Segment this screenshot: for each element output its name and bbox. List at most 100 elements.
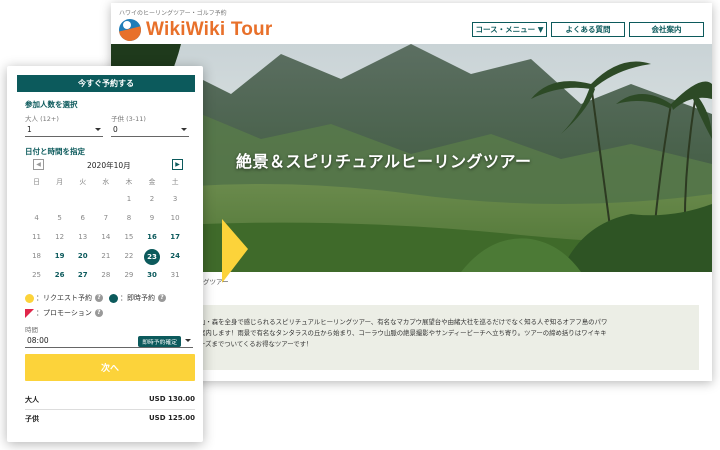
description-line: 山・森を全身で感じられるスピリチュアルヒーリングツアー、有名なマカプウ展望台や由… <box>199 318 608 326</box>
calendar-day-number: 8 <box>126 214 132 222</box>
calendar-next-button[interactable]: ▶ <box>172 159 183 170</box>
calendar-day-number: 26 <box>54 271 65 279</box>
help-icon[interactable]: ? <box>94 309 103 317</box>
nav-course-menu[interactable]: コース・メニュー ▼ <box>472 22 547 37</box>
calendar-empty-cell <box>48 192 71 207</box>
calendar-day-number: 1 <box>126 195 132 203</box>
site-logo[interactable]: WikiWiki Tour <box>119 19 272 41</box>
calendar-week-row: 18 19 20 21 22 23 24 <box>25 247 191 266</box>
legend-instant-label: ：即時予約 <box>120 294 155 302</box>
instant-dot-icon <box>109 293 118 303</box>
calendar-day: 11 <box>25 230 48 245</box>
calendar-day-number: 21 <box>101 252 111 260</box>
calendar-day-number: 13 <box>78 233 88 241</box>
calendar-day[interactable]: 27 <box>71 268 94 283</box>
calendar-weekday: 土 <box>171 177 179 186</box>
calendar-day-number: 9 <box>149 214 155 222</box>
calendar-day[interactable]: 16 <box>140 230 163 245</box>
site-tagline: ハワイのヒーリングツアー・ゴルフ予約 <box>119 10 227 17</box>
chevron-down-icon <box>181 128 187 131</box>
legend-promotion: ：プロモーション ? <box>25 308 103 318</box>
chevron-down-icon <box>185 339 191 342</box>
calendar-day: 15 <box>117 230 140 245</box>
calendar-empty-cell <box>71 192 94 207</box>
calendar-day: 21 <box>94 249 117 264</box>
hero-title: 絶景＆スピリチュアルヒーリングツアー <box>236 152 532 171</box>
calendar-day: 1 <box>117 192 140 207</box>
tour-description: 山・森を全身で感じられるスピリチュアルヒーリングツアー、有名なマカプウ展望台や由… <box>185 305 699 370</box>
child-select[interactable]: 0 <box>111 123 189 137</box>
help-icon[interactable]: ? <box>95 294 103 302</box>
time-select[interactable]: 08:00 即時予約確定 <box>25 334 193 348</box>
calendar-day-number: 25 <box>32 271 41 279</box>
calendar-day-selected[interactable]: 23 <box>140 249 163 265</box>
nav-company[interactable]: 会社案内 <box>629 22 704 37</box>
price-divider <box>25 409 195 410</box>
child-select-value: 0 <box>113 125 118 134</box>
participants-title: 参加人数を選択 <box>25 100 78 109</box>
instant-confirm-badge: 即時予約確定 <box>138 336 181 347</box>
calendar-day[interactable]: 20 <box>71 249 94 264</box>
calendar-grid: 日月火水木金土 1 2 3 4 5 6 7 8 9 10 11 12 13 14 15 16 17 18 19 20 21… <box>25 174 191 285</box>
booking-header: 今すぐ予約する <box>17 75 195 92</box>
calendar-week-row: 4 5 6 7 8 9 10 <box>25 209 191 228</box>
calendar-day-number: 12 <box>55 233 65 241</box>
time-select-value: 08:00 <box>27 336 49 345</box>
calendar-day-number: 22 <box>124 252 134 260</box>
breadcrumb: グツアー <box>203 278 229 286</box>
calendar-day[interactable]: 24 <box>164 249 187 264</box>
chevron-right-icon: ▶ <box>175 161 180 168</box>
price-label: 子供 <box>25 415 39 423</box>
calendar-day[interactable]: 30 <box>140 268 163 283</box>
datetime-title: 日付と時間を指定 <box>25 147 85 156</box>
calendar-weekday: 日 <box>33 177 40 186</box>
calendar-day-number: 27 <box>77 271 88 279</box>
calendar-day[interactable]: 17 <box>164 230 187 245</box>
calendar-day: 2 <box>140 192 163 207</box>
calendar-weekday-row: 日月火水木金土 <box>25 174 191 190</box>
price-label: 大人 <box>25 396 39 404</box>
calendar-day[interactable]: 19 <box>48 249 71 264</box>
calendar-day-number: 19 <box>54 252 65 260</box>
calendar-day: 12 <box>48 230 71 245</box>
logo-text: WikiWiki Tour <box>146 19 273 40</box>
calendar-week-row: 11 12 13 14 15 16 17 <box>25 228 191 247</box>
chevron-left-icon: ◀ <box>36 161 41 168</box>
calendar-day-number: 20 <box>77 252 88 260</box>
calendar-week-row: 25 26 27 28 29 30 31 <box>25 266 191 285</box>
calendar-day-number: 16 <box>147 233 157 241</box>
calendar-day[interactable]: 26 <box>48 268 71 283</box>
slider-arrow-icon[interactable] <box>222 219 248 283</box>
calendar-day: 9 <box>140 211 163 226</box>
calendar-day: 4 <box>25 211 48 226</box>
calendar-weekday: 火 <box>79 177 87 186</box>
calendar-week-row: 1 2 3 <box>25 190 191 209</box>
calendar-weekday: 水 <box>102 177 110 186</box>
legend-request-label: ：リクエスト予約 <box>36 294 92 302</box>
nav-faq[interactable]: よくある質問 <box>551 22 625 37</box>
help-icon[interactable]: ? <box>158 294 166 302</box>
calendar-day: 14 <box>94 230 117 245</box>
legend-promotion-label: ：プロモーション <box>36 309 92 317</box>
calendar-day-number: 29 <box>124 271 134 279</box>
calendar-day-number: 7 <box>103 214 109 222</box>
calendar-day-number: 31 <box>170 271 180 279</box>
next-button[interactable]: 次へ <box>25 354 195 381</box>
calendar-day-number: 15 <box>124 233 134 241</box>
calendar-empty-cell <box>94 192 117 207</box>
calendar-day: 3 <box>164 192 187 207</box>
price-row-adult: 大人 USD 130.00 <box>25 395 195 407</box>
calendar-day-number: 17 <box>170 233 180 241</box>
calendar-day: 10 <box>164 211 187 226</box>
calendar-day-number: 5 <box>57 214 62 222</box>
calendar-day: 18 <box>25 249 48 264</box>
calendar-day-number: 3 <box>172 195 178 203</box>
calendar-day-number: 4 <box>34 214 39 222</box>
calendar-prev-button[interactable]: ◀ <box>33 159 44 170</box>
calendar-day: 31 <box>164 268 187 283</box>
calendar-weekday: 金 <box>148 177 156 186</box>
calendar-day: 25 <box>25 268 48 283</box>
legend-instant: ：即時予約 ? <box>109 293 166 303</box>
adult-select[interactable]: 1 <box>25 123 103 137</box>
chevron-down-icon <box>95 128 101 131</box>
